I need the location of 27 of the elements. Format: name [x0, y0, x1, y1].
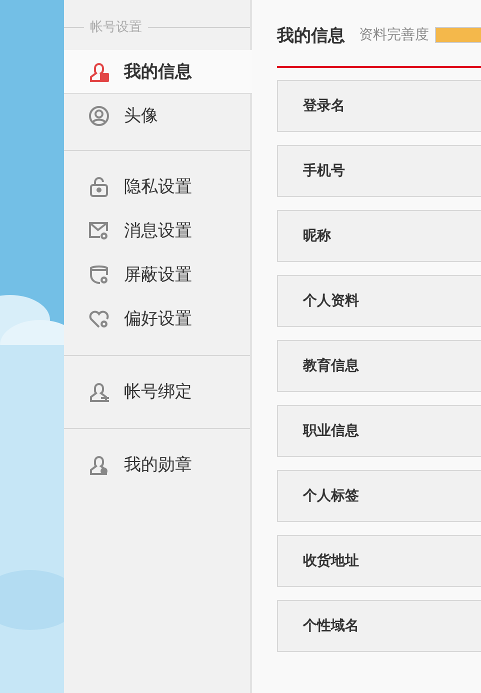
sidebar-item[interactable]: 隐私设置	[64, 165, 250, 209]
user-icon	[88, 380, 110, 402]
page-title: 我的信息	[277, 24, 345, 46]
shield-settings-icon	[88, 264, 110, 286]
section-header[interactable]: 个性域名	[277, 600, 481, 652]
sidebar-item[interactable]: 我的信息	[64, 50, 252, 94]
sidebar-item[interactable]: 屏蔽设置	[64, 253, 250, 297]
section-header[interactable]: 个人资料	[277, 275, 481, 327]
mail-settings-icon	[88, 220, 110, 242]
section-header[interactable]: 昵称	[277, 210, 481, 262]
lock-icon	[88, 176, 110, 198]
avatar-icon	[88, 104, 110, 126]
section-header[interactable]: 职业信息	[277, 405, 481, 457]
completeness-label: 资料完善度	[359, 26, 429, 44]
section-header[interactable]: 手机号	[277, 145, 481, 197]
sidebar-item[interactable]: 我的勋章	[64, 443, 250, 487]
user-icon	[88, 60, 110, 82]
sidebar-item[interactable]: 头像	[64, 94, 250, 138]
section-header[interactable]: 教育信息	[277, 340, 481, 392]
section-header[interactable]: 登录名	[277, 80, 481, 132]
section-header[interactable]: 个人标签	[277, 470, 481, 522]
sidebar-item[interactable]: 偏好设置	[64, 297, 250, 341]
sidebar-heading: 帐号设置	[90, 19, 142, 36]
section-header[interactable]: 收货地址	[277, 535, 481, 587]
sidebar-item[interactable]: 消息设置	[64, 209, 250, 253]
sidebar-item[interactable]: 帐号绑定	[64, 370, 250, 414]
user-medal-icon	[88, 454, 110, 476]
